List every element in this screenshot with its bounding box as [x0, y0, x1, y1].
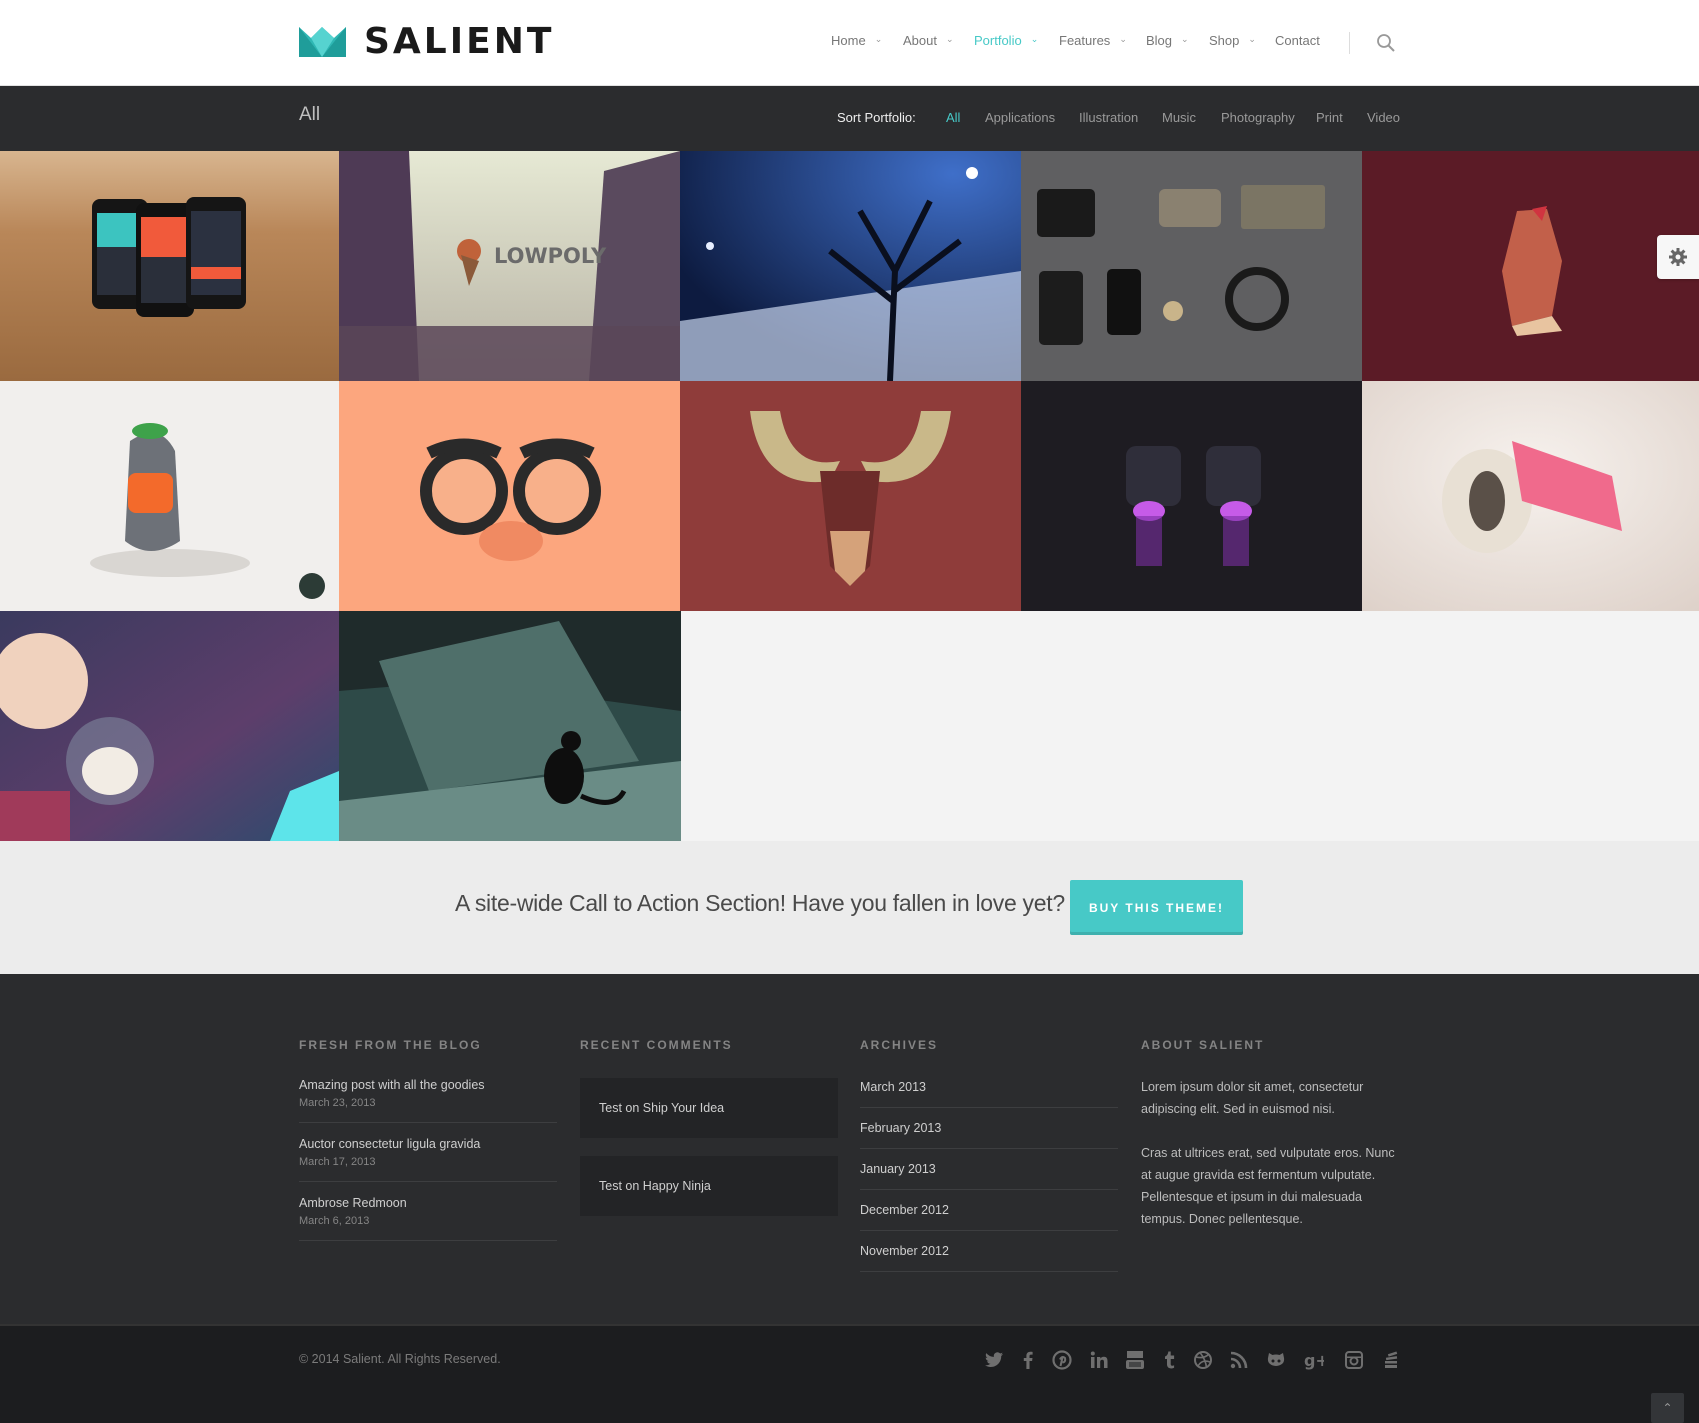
portfolio-grid: LOWPOLY	[0, 151, 1699, 841]
widget-blog: FRESH FROM THE BLOG Amazing post with al…	[299, 1038, 557, 1241]
logo-text: SALIENT	[364, 21, 555, 62]
nav-label: Contact	[1275, 33, 1320, 48]
rss-icon[interactable]	[1228, 1349, 1250, 1371]
copyright: © 2014 Salient. All Rights Reserved.	[299, 1352, 501, 1366]
site-logo[interactable]: SALIENT	[299, 21, 555, 62]
about-paragraph: Cras at ultrices erat, sed vulputate ero…	[1141, 1146, 1395, 1226]
blog-post-date: March 6, 2013	[299, 1215, 370, 1227]
google-plus-icon[interactable]: g+	[1303, 1349, 1325, 1371]
filter-video[interactable]: Video	[1367, 110, 1400, 125]
widget-archives: ARCHIVES March 2013 February 2013 Januar…	[860, 1038, 1118, 1285]
back-to-top-button[interactable]: ⌃	[1651, 1393, 1684, 1423]
sort-label: Sort Portfolio:	[837, 110, 916, 125]
portfolio-item-cat[interactable]	[339, 611, 681, 841]
nav-item-blog[interactable]: Blog ⌄	[1146, 33, 1189, 48]
widget-title: ABOUT SALIENT	[1141, 1038, 1265, 1052]
portfolio-item-flatlay[interactable]	[1021, 151, 1362, 381]
chevron-down-icon: ⌄	[1030, 34, 1039, 44]
chevron-down-icon: ⌄	[1119, 34, 1127, 44]
nav-item-shop[interactable]: Shop ⌄	[1209, 33, 1256, 48]
search-icon[interactable]	[1376, 33, 1396, 53]
archive-link[interactable]: January 2013	[860, 1162, 1118, 1190]
widget-title: ARCHIVES	[860, 1038, 939, 1052]
about-paragraph: Lorem ipsum dolor sit amet, consectetur …	[1141, 1080, 1364, 1116]
blog-post: Amazing post with all the goodies March …	[299, 1078, 557, 1123]
portfolio-item-pigeon[interactable]	[0, 381, 339, 611]
portfolio-item-binoculars[interactable]	[1021, 381, 1362, 611]
facebook-icon[interactable]	[1017, 1349, 1039, 1371]
github-icon[interactable]	[1265, 1349, 1287, 1371]
nav-label: About	[903, 33, 937, 48]
archive-link[interactable]: December 2012	[860, 1203, 1118, 1231]
pinterest-icon[interactable]	[1051, 1349, 1073, 1371]
portfolio-title: All	[299, 104, 321, 125]
widget-title: FRESH FROM THE BLOG	[299, 1038, 482, 1052]
settings-tab[interactable]	[1657, 235, 1699, 279]
nav-item-home[interactable]: Home ⌄	[831, 33, 882, 48]
call-to-action-section: A site-wide Call to Action Section! Have…	[0, 841, 1699, 974]
widget-title: RECENT COMMENTS	[580, 1038, 733, 1052]
portfolio-item-glasses[interactable]	[339, 381, 680, 611]
portfolio-item-man-profile[interactable]	[1362, 151, 1699, 381]
widget-recent-comments: RECENT COMMENTS Test on Ship Your Idea T…	[580, 1038, 838, 1234]
linkedin-icon[interactable]	[1088, 1349, 1110, 1371]
nav-label: Shop	[1209, 33, 1240, 48]
blog-post-date: March 17, 2013	[299, 1156, 376, 1168]
instagram-icon[interactable]	[1343, 1349, 1365, 1371]
svg-text:g+: g+	[1304, 1351, 1324, 1370]
chevron-down-icon: ⌄	[1248, 34, 1256, 44]
chevron-down-icon: ⌄	[945, 34, 954, 44]
crown-logo-icon	[299, 27, 346, 57]
twitter-icon[interactable]	[983, 1349, 1005, 1371]
filter-print[interactable]: Print	[1316, 110, 1343, 125]
comment-item[interactable]: Test on Happy Ninja	[580, 1156, 838, 1216]
portfolio-filter-bar: All Sort Portfolio: All Applications Ill…	[0, 86, 1699, 151]
blog-post: Auctor consectetur ligula gravida March …	[299, 1123, 557, 1182]
archive-link[interactable]: November 2012	[860, 1244, 1118, 1272]
portfolio-item-lowpoly[interactable]: LOWPOLY	[339, 151, 680, 381]
nav-item-portfolio[interactable]: Portfolio ⌄	[974, 33, 1038, 48]
buy-theme-button[interactable]: BUY THIS THEME!	[1070, 880, 1243, 935]
archive-link[interactable]: February 2013	[860, 1121, 1118, 1149]
blog-post: Ambrose Redmoon March 6, 2013	[299, 1182, 557, 1241]
cta-text: A site-wide Call to Action Section! Have…	[455, 890, 1065, 916]
filter-all[interactable]: All	[946, 110, 960, 125]
gear-icon	[1669, 248, 1687, 266]
nav-item-contact[interactable]: Contact	[1275, 33, 1320, 48]
blog-post-title[interactable]: Ambrose Redmoon	[299, 1196, 557, 1210]
nav-label: Blog	[1146, 33, 1173, 48]
portfolio-item-toy[interactable]	[1362, 381, 1699, 611]
stackexchange-icon[interactable]	[1380, 1349, 1402, 1371]
blog-post-title[interactable]: Auctor consectetur ligula gravida	[299, 1137, 557, 1151]
widget-about: ABOUT SALIENT Lorem ipsum dolor sit amet…	[1141, 1038, 1399, 1252]
comment-item[interactable]: Test on Ship Your Idea	[580, 1078, 838, 1138]
nav-label: Home	[831, 33, 866, 48]
portfolio-item-moose[interactable]	[680, 381, 1021, 611]
tumblr-icon[interactable]	[1159, 1349, 1181, 1371]
filter-music[interactable]: Music	[1162, 110, 1196, 125]
filter-illustration[interactable]: Illustration	[1079, 110, 1138, 125]
dribbble-icon[interactable]	[1192, 1349, 1214, 1371]
nav-divider	[1349, 32, 1350, 54]
filter-applications[interactable]: Applications	[985, 110, 1055, 125]
filter-photography[interactable]: Photography	[1221, 110, 1295, 125]
nav-label: Portfolio	[974, 33, 1022, 48]
chevron-down-icon: ⌄	[1181, 34, 1189, 44]
chevron-up-icon: ⌃	[1662, 1401, 1673, 1415]
portfolio-item-astronaut[interactable]	[0, 611, 339, 841]
blog-post-date: March 23, 2013	[299, 1097, 376, 1109]
nav-item-features[interactable]: Features ⌄	[1059, 33, 1127, 48]
svg-text:LOWPOLY: LOWPOLY	[494, 244, 607, 268]
nav-item-about[interactable]: About ⌄	[903, 33, 954, 48]
site-header: SALIENT Home ⌄ About ⌄ Portfolio ⌄ Features…	[0, 0, 1699, 86]
archive-link[interactable]: March 2013	[860, 1080, 1118, 1108]
blog-post-title[interactable]: Amazing post with all the goodies	[299, 1078, 557, 1092]
footer-widgets: FRESH FROM THE BLOG Amazing post with al…	[0, 974, 1699, 1324]
portfolio-item-night-tree[interactable]	[680, 151, 1021, 381]
nav-label: Features	[1059, 33, 1111, 48]
portfolio-item-weather-app[interactable]	[0, 151, 339, 381]
youtube-icon[interactable]	[1124, 1349, 1146, 1371]
bottom-bar: © 2014 Salient. All Rights Reserved. g+ …	[0, 1324, 1699, 1423]
chevron-down-icon: ⌄	[874, 34, 883, 44]
